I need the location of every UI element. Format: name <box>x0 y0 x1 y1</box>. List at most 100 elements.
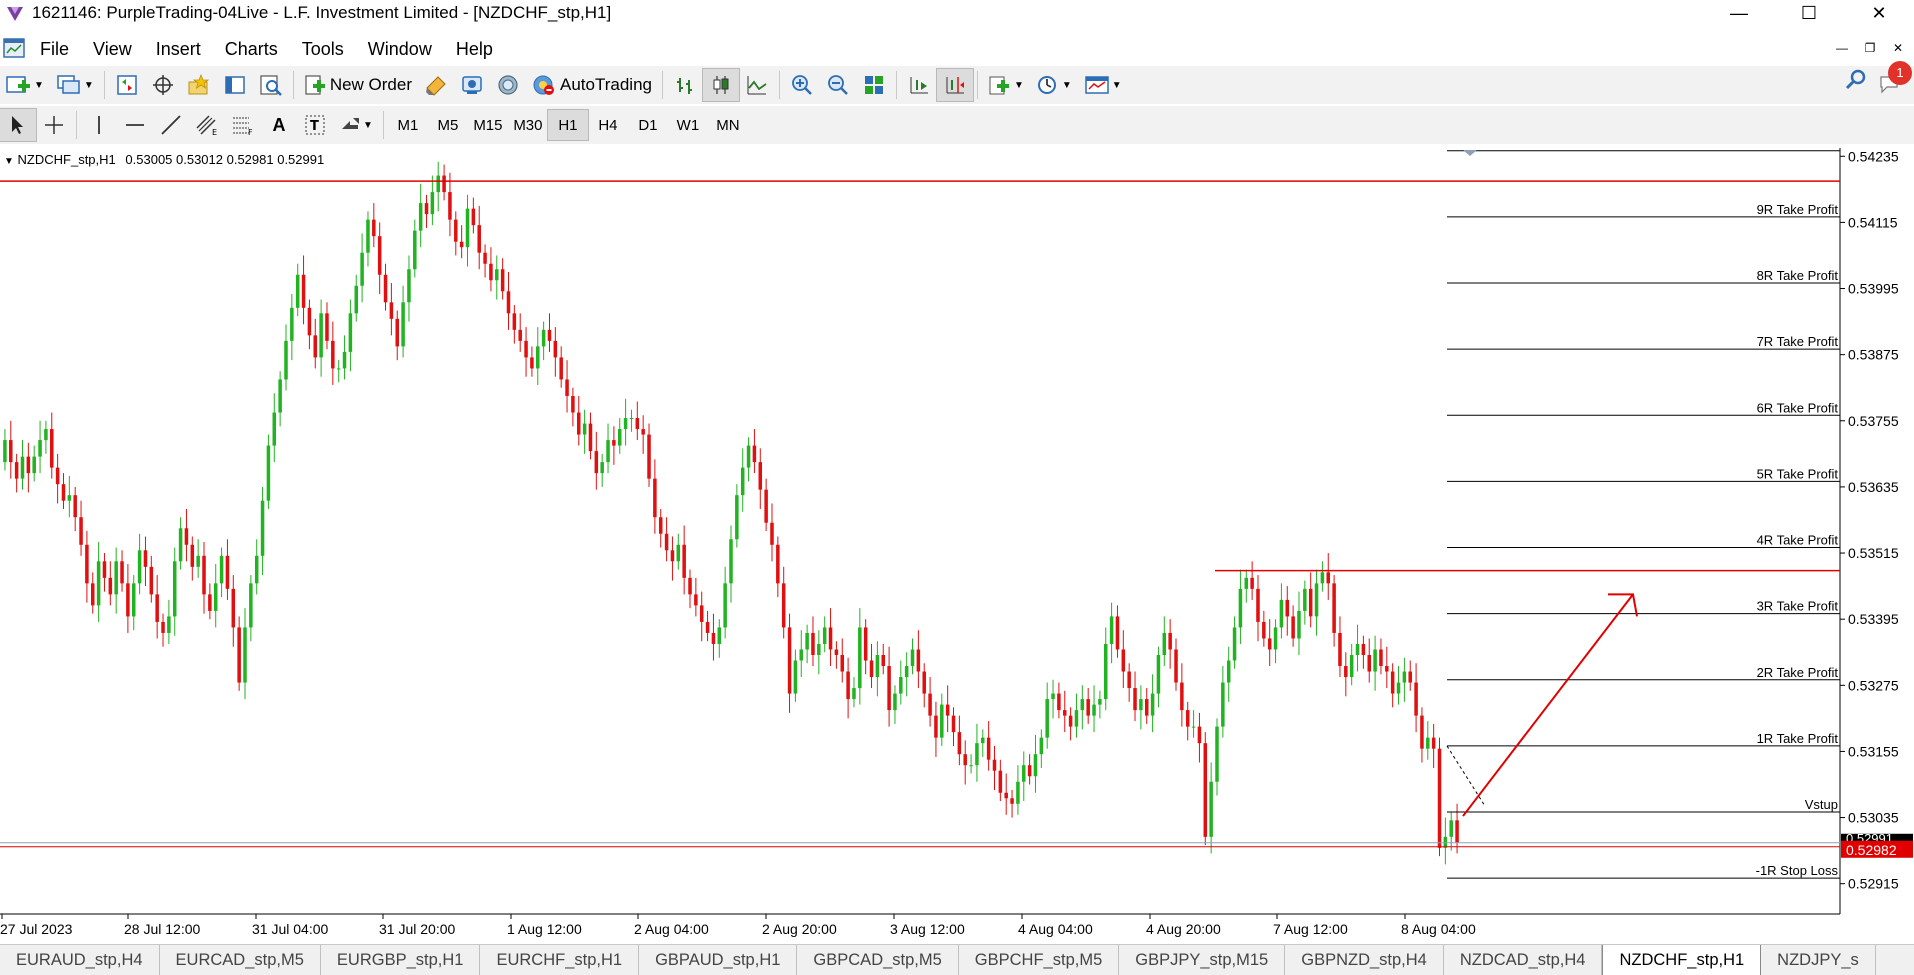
text-tool-icon[interactable]: A <box>261 109 297 141</box>
price-chart[interactable]: 0.54235 0.54115 0.53995 0.53875 0.53755 0.536… <box>0 148 1914 942</box>
tab-eurcad[interactable]: EURCAD_stp,M5 <box>160 945 321 975</box>
menu-window[interactable]: Window <box>356 39 444 60</box>
profiles-button[interactable]: ▼ <box>50 69 100 101</box>
trendline-icon[interactable] <box>153 109 189 141</box>
candle-body <box>44 429 48 441</box>
candle-body <box>899 677 903 694</box>
chevron-down-icon[interactable]: ▼ <box>34 80 44 91</box>
terminal-window: 1621146: PurpleTrading-04Live - L.F. Inv… <box>0 0 1914 975</box>
strategy-tester-icon[interactable] <box>253 69 289 101</box>
mdi-restore-icon[interactable]: ❐ <box>1860 38 1880 58</box>
zoom-in-icon[interactable] <box>784 69 820 101</box>
tab-gbpcad[interactable]: GBPCAD_stp,M5 <box>797 945 959 975</box>
new-chart-button[interactable]: ▼ <box>0 69 50 101</box>
chart-area[interactable]: 0.54235 0.54115 0.53995 0.53875 0.53755 0.536… <box>0 148 1914 942</box>
timeframe-m1[interactable]: M1 <box>388 110 428 140</box>
menu-tools[interactable]: Tools <box>290 39 356 60</box>
new-order-button[interactable]: New Order <box>298 69 418 101</box>
indicators-button[interactable]: ▼ <box>982 69 1030 101</box>
chart-collapse-icon[interactable]: ▼ <box>4 156 14 167</box>
arrows-button[interactable]: ▼ <box>333 109 379 141</box>
tab-gbpchf[interactable]: GBPCHF_stp,M5 <box>959 945 1120 975</box>
candle-body <box>395 318 399 347</box>
candle-body <box>986 737 991 760</box>
tab-nzdjpy[interactable]: NZDJPY_s <box>1761 945 1876 975</box>
auto-scroll-icon[interactable] <box>935 68 974 102</box>
cursor-arrow-icon[interactable] <box>0 108 37 142</box>
candle-body <box>594 451 599 474</box>
maximize-button[interactable]: ☐ <box>1774 0 1844 26</box>
level-label: 8R Take Profit <box>1757 268 1839 283</box>
autotrading-button[interactable]: AutoTrading <box>526 69 658 101</box>
tab-eurgbp[interactable]: EURGBP_stp,H1 <box>321 945 481 975</box>
level-label: 6R Take Profit <box>1757 400 1839 415</box>
mdi-minimize-icon[interactable]: — <box>1832 38 1852 58</box>
chart-shift-icon[interactable] <box>901 69 937 101</box>
line-chart-icon[interactable] <box>739 69 775 101</box>
chevron-down-icon[interactable]: ▼ <box>1062 80 1072 91</box>
candle-body <box>1367 654 1371 672</box>
search-icon[interactable] <box>1844 68 1868 97</box>
terminal-window-icon[interactable] <box>217 69 253 101</box>
tab-gbpjpy[interactable]: GBPJPY_stp,M15 <box>1119 945 1286 975</box>
fibonacci-retracement-icon[interactable]: F <box>225 109 261 141</box>
tab-gbpaud[interactable]: GBPAUD_stp,H1 <box>639 945 798 975</box>
timeframe-m30[interactable]: M30 <box>508 110 548 140</box>
menu-charts[interactable]: Charts <box>213 39 290 60</box>
chevron-down-icon[interactable]: ▼ <box>84 80 94 91</box>
tab-gbpnzd[interactable]: GBPNZD_stp,H4 <box>1285 945 1444 975</box>
chart-info: ▼ NZDCHF_stp,H1 0.53005 0.53012 0.52981 … <box>4 152 324 167</box>
minimize-button[interactable]: — <box>1704 0 1774 26</box>
data-window-crosshair-icon[interactable] <box>145 69 181 101</box>
market-watch-icon[interactable] <box>109 69 145 101</box>
candle-body <box>213 583 218 611</box>
horizontal-line-icon[interactable] <box>117 109 153 141</box>
candle-body <box>1033 754 1038 777</box>
target-arrow-line[interactable] <box>1462 593 1634 817</box>
tab-euraud[interactable]: EURAUD_stp,H4 <box>0 945 160 975</box>
toolbar-separator <box>976 71 978 99</box>
zoom-out-icon[interactable] <box>820 69 856 101</box>
bar-chart-icon[interactable] <box>667 69 703 101</box>
x-tick-label: 7 Aug 12:00 <box>1273 921 1348 937</box>
candle-body <box>126 583 130 617</box>
timeframe-h1[interactable]: H1 <box>546 109 589 141</box>
navigator-star-icon[interactable] <box>181 69 217 101</box>
candle-body <box>629 418 634 420</box>
timeframe-m5[interactable]: M5 <box>428 110 468 140</box>
vertical-line-icon[interactable] <box>81 109 117 141</box>
meta-editor-icon[interactable] <box>418 69 454 101</box>
market-icon[interactable] <box>490 69 526 101</box>
tab-eurchf[interactable]: EURCHF_stp,H1 <box>480 945 640 975</box>
close-button[interactable]: ✕ <box>1844 0 1914 26</box>
timeframe-h4[interactable]: H4 <box>588 110 628 140</box>
menu-help[interactable]: Help <box>444 39 505 60</box>
candle-body <box>694 594 698 606</box>
chevron-down-icon[interactable]: ▼ <box>1014 80 1024 91</box>
chevron-down-icon[interactable]: ▼ <box>363 120 373 131</box>
menu-insert[interactable]: Insert <box>144 39 213 60</box>
tile-windows-icon[interactable] <box>856 69 892 101</box>
timeframe-w1[interactable]: W1 <box>668 110 708 140</box>
crosshair-icon[interactable] <box>36 109 72 141</box>
menu-view[interactable]: View <box>81 39 144 60</box>
new-order-label: New Order <box>329 75 412 94</box>
periods-button[interactable]: ▼ <box>1030 69 1078 101</box>
notifications-chat-icon[interactable]: 1 <box>1878 60 1912 95</box>
tab-nzdcad[interactable]: NZDCAD_stp,H4 <box>1444 945 1603 975</box>
signals-icon[interactable] <box>454 69 490 101</box>
candle-body <box>483 252 487 264</box>
equidistant-channel-icon[interactable]: E <box>189 109 225 141</box>
timeframe-d1[interactable]: D1 <box>628 110 668 140</box>
mdi-close-icon[interactable]: ✕ <box>1888 38 1908 58</box>
tab-nzdchf[interactable]: NZDCHF_stp,H1 <box>1602 945 1762 975</box>
chevron-down-icon[interactable]: ▼ <box>1112 80 1122 91</box>
menu-file[interactable]: File <box>28 39 81 60</box>
timeframe-mn[interactable]: MN <box>708 110 748 140</box>
templates-button[interactable]: ▼ <box>1078 69 1128 101</box>
text-label-icon[interactable]: T <box>297 109 333 141</box>
candlestick-chart-icon[interactable] <box>701 68 740 102</box>
timeframe-m15[interactable]: M15 <box>468 110 508 140</box>
candle-body <box>735 495 739 540</box>
chart-window-icon[interactable] <box>2 36 28 62</box>
